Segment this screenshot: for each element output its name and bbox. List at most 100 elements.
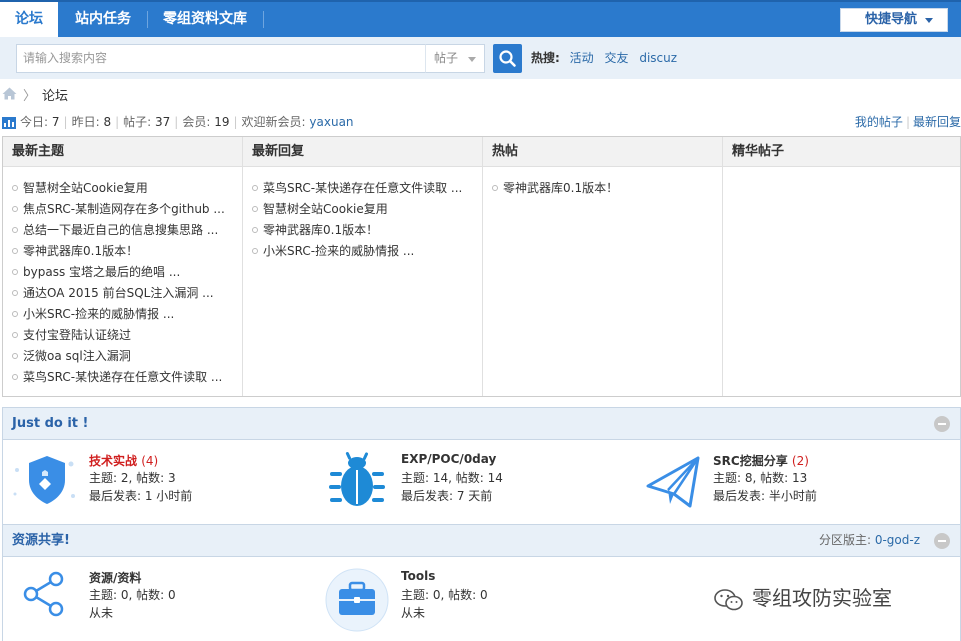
topic-grid: 最新主题 智慧树全站Cookie复用 焦点SRC-某制造网存在多个github … [2,136,961,397]
list-item[interactable]: 焦点SRC-某制造网存在多个github ... [12,199,242,220]
nav-divider [263,11,264,28]
forum-topics: 主题: 0, 帖数: 0 [89,588,176,602]
forum-last-post[interactable]: 最后发表: 半小时前 [713,487,817,505]
breadcrumb-current[interactable]: 论坛 [42,89,68,104]
nav-tab-forum[interactable]: 论坛 [0,2,58,37]
search-input[interactable]: 请输入搜索内容 [16,44,426,73]
stat-posts: 37 [155,115,171,129]
forum-name-text: Tools [401,569,436,583]
breadcrumb-separator: 〉 [23,89,37,104]
forum-name[interactable]: EXP/POC/0day [401,452,496,466]
list-item[interactable]: 总结一下最近自己的信息搜集思路 ... [12,220,242,241]
forum-last-post[interactable]: 最后发表: 7 天前 [401,487,492,505]
forum-item[interactable]: Tools 主题: 0, 帖数: 0 从未 [325,567,625,637]
newest-member-label: 欢迎新会员: [241,115,306,129]
section-moderator: 分区版主: 0-god-z [819,525,920,556]
list-item[interactable]: 零神武器库0.1版本！ [252,220,482,241]
forum-last-post: 从未 [89,606,114,620]
section-header: 资源共享! 分区版主: 0-god-z [2,524,961,557]
forum-name[interactable]: SRC挖掘分享 (2) [713,452,809,469]
list-item[interactable]: 零神武器库0.1版本！ [492,178,722,199]
column-title: 最新回复 [243,137,482,167]
topic-list: 零神武器库0.1版本！ [483,167,722,199]
hot-search-label: 热搜: [531,51,560,65]
list-item[interactable]: 支付宝登陆认证绕过 [12,325,242,346]
stat-yesterday: 8 [103,115,112,129]
forum-name-text: EXP/POC/0day [401,452,497,466]
top-navigation: 论坛 站内任务 零组资料文库 快捷导航 [0,0,961,37]
search-type-select[interactable]: 帖子 [425,44,485,73]
hot-tag[interactable]: 交友 [604,51,628,65]
topic-list: 菜鸟SRC-某快递存在任意文件读取 ... 智慧树全站Cookie复用 零神武器… [243,167,482,262]
watermark-text: 零组攻防实验室 [752,586,892,610]
column-title: 精华帖子 [723,137,960,167]
stat-today-label: 今日: [20,115,49,129]
forum-name-text: SRC挖掘分享 [713,454,788,468]
stats-icon [2,116,16,129]
list-item[interactable]: 智慧树全站Cookie复用 [252,199,482,220]
list-item[interactable]: bypass 宝塔之最后的绝唱 ... [12,262,242,283]
search-button[interactable] [493,44,522,73]
forum-name-text: 技术实战 [89,454,138,468]
wechat-icon [714,588,743,610]
forum-item[interactable]: SRC挖掘分享 (2) 主题: 8, 帖数: 13 最后发表: 半小时前 [644,450,944,520]
watermark: 零组攻防实验室 [714,584,892,612]
section-header: Just do it ! [2,407,961,440]
forum-item[interactable]: 技术实战 (4) 主题: 2, 帖数: 3 最后发表: 1 小时前 [9,450,309,520]
share-icon [23,571,64,617]
chevron-down-icon [925,18,933,23]
column-latest-replies: 最新回复 菜鸟SRC-某快递存在任意文件读取 ... 智慧树全站Cookie复用… [243,137,483,396]
forum-topics: 主题: 2, 帖数: 3 [89,471,176,485]
forum-name[interactable]: Tools [401,569,435,583]
nav-tab-tasks[interactable]: 站内任务 [75,2,131,37]
topic-list: 智慧树全站Cookie复用 焦点SRC-某制造网存在多个github ... 总… [3,167,242,388]
section-title[interactable]: Just do it ! [12,408,88,439]
list-item[interactable]: 小米SRC-捡来的威胁情报 ... [252,241,482,262]
moderator-label: 分区版主: [818,533,871,547]
hot-tag[interactable]: discuz [639,51,677,65]
forum-stats: 今日: 7 | 昨日: 8 | 帖子: 37 | 会员: 19 | 欢迎新会员: yaxuan [2,113,354,131]
stat-posts-label: 帖子: [123,115,152,129]
forum-topics: 主题: 8, 帖数: 13 [713,471,808,485]
list-item[interactable]: 菜鸟SRC-某快递存在任意文件读取 ... [252,178,482,199]
list-item[interactable]: 泛微oa sql注入漏洞 [12,346,242,367]
my-posts-link[interactable]: 我的帖子 [855,115,903,129]
forum-topics: 主题: 14, 帖数: 14 [401,471,503,485]
stat-yesterday-label: 昨日: [71,115,100,129]
search-icon [499,50,516,67]
quick-nav-button[interactable]: 快捷导航 [840,8,948,32]
my-links: 我的帖子 | 最新回复 [854,115,961,129]
forum-name[interactable]: 技术实战 (4) [89,452,158,469]
list-item[interactable]: 通达OA 2015 前台SQL注入漏洞 ... [12,283,242,304]
nav-divider [147,11,148,28]
forum-new-count: (2) [791,454,809,468]
list-item[interactable]: 小米SRC-捡来的威胁情报 ... [12,304,242,325]
forum-topics: 主题: 0, 帖数: 0 [401,588,488,602]
list-item[interactable]: 菜鸟SRC-某快递存在任意文件读取 ... [12,367,242,388]
column-title: 最新主题 [3,137,242,167]
bug-icon [329,452,385,506]
collapse-icon[interactable] [934,533,950,549]
section-title[interactable]: 资源共享! [12,525,70,556]
forum-item[interactable]: 资源/资料 主题: 0, 帖数: 0 从未 [19,567,319,637]
forum-last-post[interactable]: 最后发表: 1 小时前 [89,487,192,505]
forum-name[interactable]: 资源/资料 [89,569,141,586]
column-title: 热帖 [483,137,722,167]
chevron-down-icon [468,57,476,62]
forum-last-post: 从未 [401,606,426,620]
moderator-link[interactable]: 0-god-z [875,533,920,547]
quick-nav-label: 快捷导航 [865,12,918,27]
column-latest-topics: 最新主题 智慧树全站Cookie复用 焦点SRC-某制造网存在多个github … [3,137,243,396]
hot-tag[interactable]: 活动 [570,51,594,65]
column-hot-posts: 热帖 零神武器库0.1版本！ [483,137,723,396]
collapse-icon[interactable] [934,416,950,432]
home-icon[interactable] [2,87,17,106]
search-type-value: 帖子 [434,51,459,65]
latest-replies-link[interactable]: 最新回复 [913,115,961,129]
list-item[interactable]: 智慧树全站Cookie复用 [12,178,242,199]
nav-tab-library[interactable]: 零组资料文库 [163,2,247,37]
forum-item[interactable]: EXP/POC/0day 主题: 14, 帖数: 14 最后发表: 7 天前 [327,450,627,520]
stat-members-label: 会员: [182,115,211,129]
list-item[interactable]: 零神武器库0.1版本！ [12,241,242,262]
newest-member-link[interactable]: yaxuan [309,115,353,129]
